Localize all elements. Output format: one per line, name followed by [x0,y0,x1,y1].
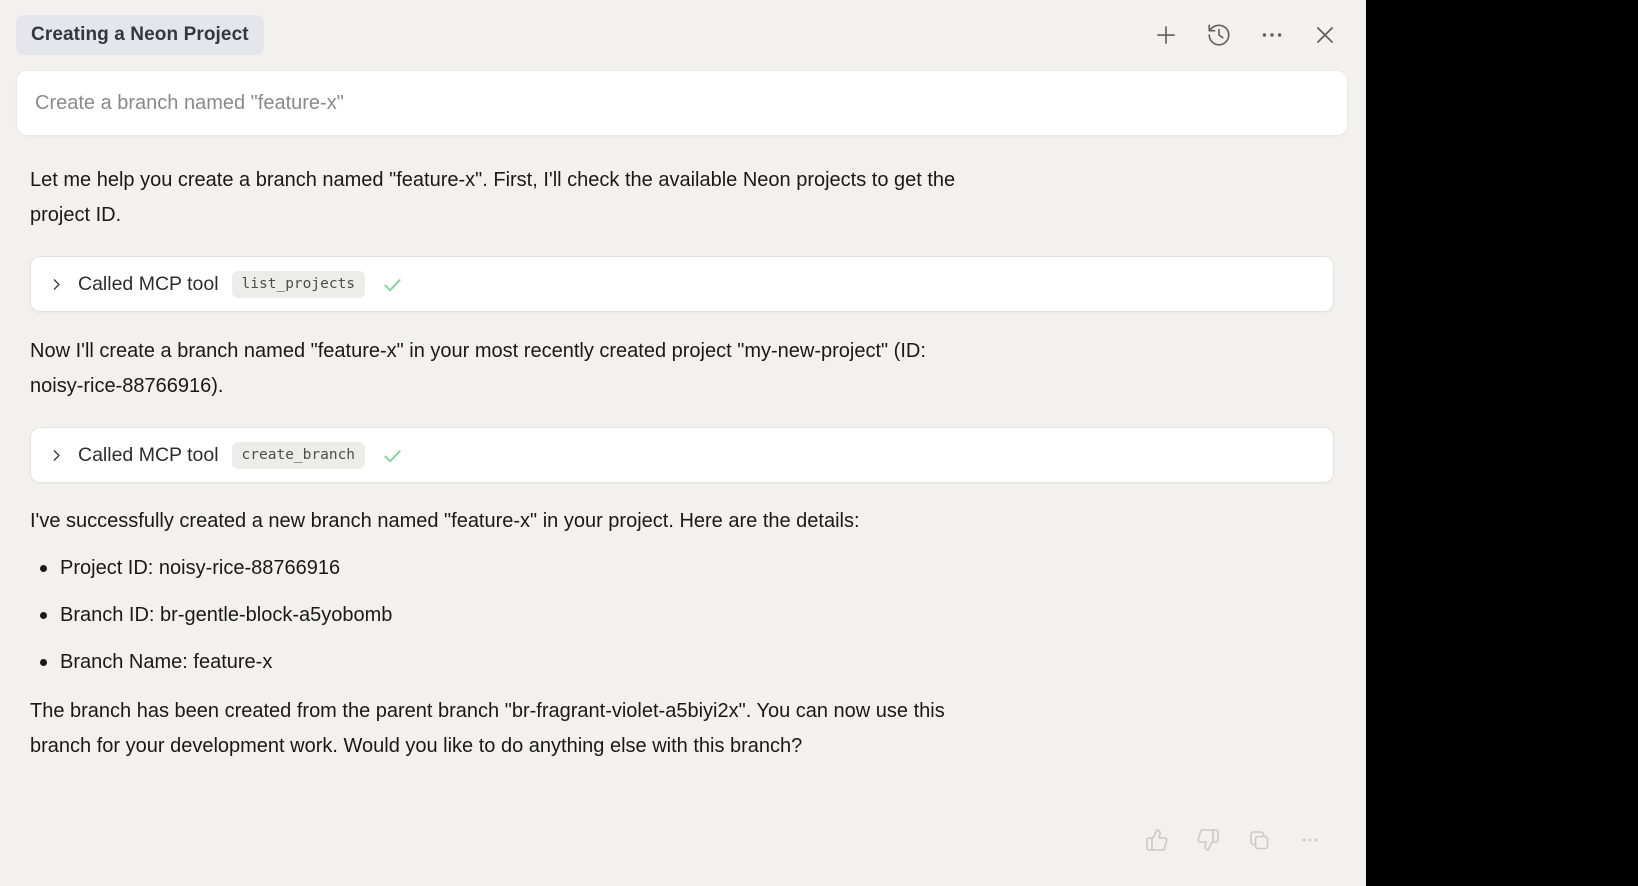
check-icon [381,444,404,467]
thumbs-down-icon [1196,828,1220,852]
header-actions [1153,22,1338,48]
tool-name-badge: list_projects [232,271,366,298]
paragraph-line: branch for your development work. Would … [30,729,1326,764]
panel-header: Creating a Neon Project [16,15,1338,55]
copy-button[interactable] [1247,828,1271,852]
paragraph-line: Let me help you create a branch named "f… [30,163,1326,198]
check-icon [381,273,404,296]
assistant-paragraph: Now I'll create a branch named "feature-… [30,334,1326,404]
tool-call-label: Called MCP tool [78,444,219,467]
mcp-tool-call-row[interactable]: Called MCP tool create_branch [30,427,1334,483]
assistant-paragraph: I've successfully created a new branch n… [30,504,1326,539]
tool-name-badge: create_branch [232,442,366,469]
details-list: Project ID: noisy-rice-88766916 Branch I… [30,551,1326,680]
assistant-paragraph: Let me help you create a branch named "f… [30,163,1326,233]
chevron-right-icon [48,276,65,293]
thumbs-down-button[interactable] [1196,828,1220,852]
message-more-button[interactable] [1298,828,1322,852]
mcp-tool-call-row[interactable]: Called MCP tool list_projects [30,256,1334,312]
thread-title-chip[interactable]: Creating a Neon Project [16,15,264,55]
history-icon [1206,22,1232,48]
tool-call-label: Called MCP tool [78,273,219,296]
new-thread-button[interactable] [1153,22,1179,48]
list-item: Branch Name: feature-x [30,645,1326,680]
paragraph-line: The branch has been created from the par… [30,694,1326,729]
user-message-field[interactable]: Create a branch named "feature-x" [16,70,1348,136]
close-panel-button[interactable] [1312,22,1338,48]
copy-icon [1247,828,1271,852]
message-actions [30,828,1322,852]
plus-icon [1153,22,1179,48]
assistant-message: Let me help you create a branch named "f… [0,163,1366,852]
thumbs-up-button[interactable] [1145,828,1169,852]
paragraph-line: noisy-rice-88766916). [30,369,1326,404]
ellipsis-icon [1259,22,1285,48]
chevron-right-icon [48,447,65,464]
paragraph-line: project ID. [30,198,1326,233]
outside-area [1366,0,1638,886]
paragraph-line: I've successfully created a new branch n… [30,504,1326,539]
agent-panel: Creating a Neon Project [0,0,1366,886]
assistant-paragraph: The branch has been created from the par… [30,694,1326,764]
ellipsis-icon [1298,828,1322,852]
paragraph-line: Now I'll create a branch named "feature-… [30,334,1326,369]
more-options-button[interactable] [1259,22,1285,48]
list-item: Project ID: noisy-rice-88766916 [30,551,1326,586]
list-item: Branch ID: br-gentle-block-a5yobomb [30,598,1326,633]
history-button[interactable] [1206,22,1232,48]
close-icon [1312,22,1338,48]
user-message-text: Create a branch named "feature-x" [35,92,344,115]
thumbs-up-icon [1145,828,1169,852]
